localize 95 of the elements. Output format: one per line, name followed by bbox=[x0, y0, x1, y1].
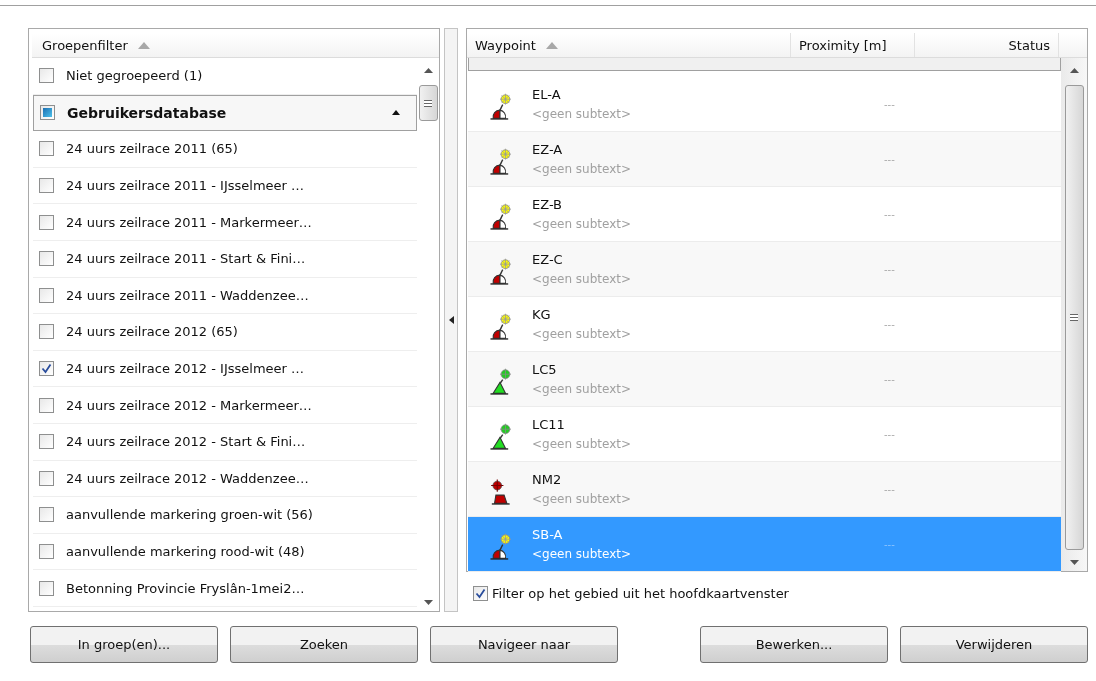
buoy-icon bbox=[489, 91, 511, 121]
action-button[interactable]: In groep(en)... bbox=[30, 626, 218, 663]
buoy-icon bbox=[489, 146, 511, 176]
list-item[interactable]: 24 uurs zeilrace 2011 - Markermeer… bbox=[66, 214, 312, 230]
waypoint-subtext: <geen subtext> bbox=[532, 437, 632, 451]
list-item[interactable]: 24 uurs zeilrace 2012 - Markermeer… bbox=[66, 397, 312, 413]
sort-arrow-icon bbox=[137, 41, 150, 49]
list-item[interactable]: 24 uurs zeilrace 2012 - Start & Fini… bbox=[66, 434, 306, 450]
checkbox[interactable] bbox=[39, 178, 54, 194]
checkbox[interactable] bbox=[39, 214, 54, 230]
group-label[interactable]: Gebruikersdatabase bbox=[67, 104, 227, 121]
buoy-icon bbox=[489, 366, 511, 396]
action-button[interactable]: Bewerken... bbox=[700, 626, 888, 663]
column-header-label: Proximity [m] bbox=[799, 37, 887, 53]
list-item[interactable]: 24 uurs zeilrace 2011 - IJsselmeer … bbox=[66, 178, 305, 194]
proximity-value: --- bbox=[884, 318, 895, 330]
splitter-handle[interactable] bbox=[444, 28, 458, 612]
waypoint-name: LC5 bbox=[532, 362, 557, 377]
list-item[interactable]: Niet gegroepeerd (1) bbox=[66, 68, 203, 84]
waypoint-name: EZ-C bbox=[532, 252, 563, 267]
proximity-value: --- bbox=[884, 428, 895, 440]
proximity-value: --- bbox=[884, 263, 895, 275]
column-header-label: Groepenfilter bbox=[42, 37, 128, 53]
column-header[interactable]: Waypoint bbox=[467, 33, 791, 57]
list-row[interactable]: LC5 <geen subtext> --- bbox=[468, 352, 1061, 407]
checkbox[interactable] bbox=[39, 324, 54, 340]
waypoint-subtext: <geen subtext> bbox=[532, 217, 632, 231]
proximity-value: --- bbox=[884, 538, 895, 550]
action-button[interactable]: Zoeken bbox=[230, 626, 418, 663]
column-header[interactable]: Proximity [m] bbox=[791, 33, 915, 57]
waypoint-subtext: <geen subtext> bbox=[532, 162, 632, 176]
list-row[interactable]: EZ-C <geen subtext> --- bbox=[468, 242, 1061, 297]
waypoint-name: EZ-A bbox=[532, 142, 563, 157]
list-item[interactable]: aanvullende markering groen-wit (56) bbox=[66, 507, 313, 523]
scroll-up-icon[interactable] bbox=[423, 68, 433, 73]
checkbox[interactable] bbox=[39, 470, 54, 486]
buoy-icon bbox=[489, 421, 511, 451]
sort-arrow-icon bbox=[545, 41, 558, 49]
checkbox[interactable] bbox=[39, 580, 54, 596]
waypoint-name: SB-A bbox=[532, 527, 563, 542]
scrollbar-thumb[interactable] bbox=[418, 85, 438, 121]
waypoint-name: KG bbox=[532, 307, 551, 322]
waypoint-subtext: <geen subtext> bbox=[532, 492, 632, 506]
list-item[interactable]: 24 uurs zeilrace 2012 (65) bbox=[66, 324, 238, 340]
checkbox[interactable] bbox=[39, 544, 54, 559]
scroll-down-icon[interactable] bbox=[423, 600, 433, 605]
checkbox[interactable] bbox=[39, 68, 54, 84]
scrollbar[interactable] bbox=[1061, 58, 1087, 571]
list-item[interactable]: aanvullende markering rood-wit (48) bbox=[66, 544, 305, 559]
collapse-arrow-icon[interactable] bbox=[392, 110, 400, 116]
buoy-icon bbox=[489, 476, 511, 506]
proximity-value: --- bbox=[884, 373, 895, 385]
list-item[interactable]: 24 uurs zeilrace 2012 - IJsselmeer … bbox=[66, 361, 305, 377]
waypoint-subtext: <geen subtext> bbox=[532, 547, 632, 561]
column-header-label: Status bbox=[1008, 37, 1050, 53]
checkbox[interactable] bbox=[473, 586, 488, 601]
list-item[interactable]: 24 uurs zeilrace 2011 - Waddenzee… bbox=[66, 287, 309, 303]
list-row[interactable]: NM2 <geen subtext> --- bbox=[468, 462, 1061, 517]
waypoint-name: LC11 bbox=[532, 417, 565, 432]
buoy-icon bbox=[489, 531, 511, 561]
checkbox[interactable] bbox=[39, 434, 54, 450]
action-button[interactable]: Navigeer naar bbox=[430, 626, 618, 663]
checkbox[interactable] bbox=[39, 361, 54, 377]
column-header[interactable]: Status bbox=[915, 33, 1059, 57]
scroll-up-icon[interactable] bbox=[1069, 68, 1079, 73]
scroll-down-icon[interactable] bbox=[1069, 560, 1079, 565]
checkbox[interactable] bbox=[39, 287, 54, 303]
waypoint-name: EL-A bbox=[532, 87, 561, 102]
column-header-label: Waypoint bbox=[475, 37, 536, 53]
proximity-value: --- bbox=[884, 483, 895, 495]
list-item[interactable]: 24 uurs zeilrace 2012 - Waddenzee… bbox=[66, 470, 309, 486]
waypoint-name: EZ-B bbox=[532, 197, 563, 212]
buoy-icon bbox=[489, 201, 511, 231]
waypoint-subtext: <geen subtext> bbox=[532, 272, 632, 286]
group-row[interactable]: Gebruikersdatabase bbox=[33, 94, 417, 132]
scrollbar-thumb[interactable] bbox=[1064, 85, 1084, 550]
waypoint-subtext: <geen subtext> bbox=[532, 107, 632, 121]
checkbox[interactable] bbox=[39, 251, 54, 267]
list-row[interactable]: EZ-A <geen subtext> --- bbox=[468, 132, 1061, 187]
checkbox[interactable] bbox=[39, 507, 54, 523]
proximity-value: --- bbox=[884, 208, 895, 220]
list-item[interactable]: Betonning Provincie Fryslân-1mei2… bbox=[66, 580, 305, 596]
buoy-icon bbox=[489, 311, 511, 341]
checkbox[interactable] bbox=[39, 397, 54, 413]
waypoint-subtext: <geen subtext> bbox=[532, 327, 632, 341]
list-item[interactable]: 24 uurs zeilrace 2011 - Start & Fini… bbox=[66, 251, 306, 267]
checkbox[interactable] bbox=[39, 141, 54, 157]
waypoint-subtext: <geen subtext> bbox=[532, 382, 632, 396]
proximity-value: --- bbox=[884, 98, 895, 110]
proximity-value: --- bbox=[884, 153, 895, 165]
buoy-icon bbox=[489, 256, 511, 286]
waypoint-name: NM2 bbox=[532, 472, 562, 487]
checkbox-label[interactable]: Filter op het gebied uit het hoofdkaartvenster bbox=[492, 586, 789, 601]
list-item[interactable]: 24 uurs zeilrace 2011 (65) bbox=[66, 141, 238, 157]
action-button[interactable]: Verwijderen bbox=[900, 626, 1088, 663]
